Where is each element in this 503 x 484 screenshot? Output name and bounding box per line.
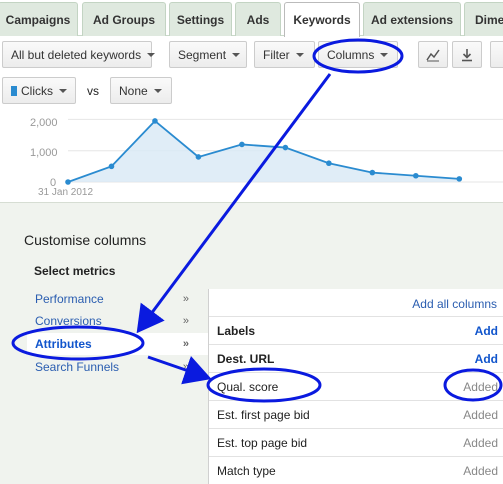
filter-dropdown[interactable]: Filter xyxy=(254,41,315,68)
chevron-down-icon xyxy=(232,52,241,57)
column-label: Dest. URL xyxy=(217,351,275,366)
chevron-down-icon xyxy=(380,52,389,57)
category-conversions[interactable]: Conversions » xyxy=(27,310,197,332)
data-point[interactable] xyxy=(369,169,376,176)
double-chevron-right-icon: » xyxy=(182,338,189,350)
select-metrics-heading: Select metrics xyxy=(34,264,116,278)
column-label: Qual. score xyxy=(217,379,279,394)
tab-keywords[interactable]: Keywords xyxy=(284,2,360,37)
columns-label: Columns xyxy=(327,47,375,62)
column-label: Labels xyxy=(217,323,256,338)
secondary-metric-dropdown[interactable]: None xyxy=(110,77,172,104)
download-button[interactable] xyxy=(452,41,482,68)
added-status: Added xyxy=(463,379,498,394)
chevron-down-icon xyxy=(153,88,162,93)
tab-ads[interactable]: Ads xyxy=(235,2,281,36)
customise-columns-panel: Customise columns Select metrics Perform… xyxy=(0,202,503,484)
column-label: Est. first page bid xyxy=(217,407,310,422)
primary-metric-dropdown[interactable]: Clicks xyxy=(2,77,76,104)
added-status: Added xyxy=(463,463,498,478)
segment-label: Segment xyxy=(178,47,227,62)
view-filter-label: All but deleted keywords xyxy=(11,47,142,62)
double-chevron-right-icon: » xyxy=(182,293,189,305)
columns-dropdown[interactable]: Columns xyxy=(318,41,398,68)
data-point[interactable] xyxy=(456,176,463,182)
chevron-down-icon xyxy=(59,88,67,93)
vs-label: vs xyxy=(87,84,99,98)
category-label: Attributes xyxy=(35,337,92,351)
column-row-qual-score: Qual. score Added xyxy=(209,372,503,400)
category-attributes[interactable]: Attributes » xyxy=(27,333,209,355)
add-all-columns-link[interactable]: Add all columns xyxy=(412,297,497,311)
data-point[interactable] xyxy=(152,118,158,124)
tab-campaigns[interactable]: Campaigns xyxy=(0,2,78,36)
data-point[interactable] xyxy=(65,179,71,185)
metric-selector-bar: Clicks vs None xyxy=(0,74,503,106)
tab-dimensions[interactable]: Dime xyxy=(464,2,503,36)
column-row-est-top-page-bid: Est. top page bid Added xyxy=(209,428,503,456)
data-point[interactable] xyxy=(413,172,419,179)
filter-label: Filter xyxy=(263,47,290,62)
tab-ad-groups[interactable]: Ad Groups xyxy=(82,2,166,36)
chevron-down-icon xyxy=(295,52,304,57)
column-row-dest-url: Dest. URL Add xyxy=(209,344,503,372)
chart-plot xyxy=(65,118,503,185)
column-row-est-first-page-bid: Est. first page bid Added xyxy=(209,400,503,428)
performance-chart: 2,000 1,000 0 31 Jan 2012 xyxy=(0,106,503,202)
more-button[interactable] xyxy=(490,41,503,68)
tab-settings[interactable]: Settings xyxy=(169,2,232,36)
category-label: Performance xyxy=(35,292,104,306)
download-icon xyxy=(462,48,472,61)
category-search-funnels[interactable]: Search Funnels » xyxy=(27,356,197,378)
double-chevron-right-icon: » xyxy=(182,361,189,373)
column-options-list: Add all columns Labels Add Dest. URL Add… xyxy=(208,289,503,484)
add-column-link[interactable]: Add xyxy=(475,324,498,338)
tab-ad-extensions[interactable]: Ad extensions xyxy=(363,2,461,36)
double-chevron-right-icon: » xyxy=(182,315,189,327)
panel-title: Customise columns xyxy=(24,232,147,248)
chart-toggle-button[interactable] xyxy=(418,41,448,68)
segment-dropdown[interactable]: Segment xyxy=(169,41,247,68)
data-point[interactable] xyxy=(108,163,115,170)
added-status: Added xyxy=(463,435,498,450)
data-point[interactable] xyxy=(195,154,202,160)
column-label: Match type xyxy=(217,463,276,478)
category-label: Search Funnels xyxy=(35,360,120,374)
column-row-labels: Labels Add xyxy=(209,316,503,344)
metric-color-swatch xyxy=(11,85,17,96)
column-row-match-type: Match type Added xyxy=(209,456,503,484)
add-column-link[interactable]: Add xyxy=(475,352,498,366)
line-chart-icon xyxy=(426,49,440,61)
added-status: Added xyxy=(463,407,498,422)
view-filter-dropdown[interactable]: All but deleted keywords xyxy=(2,41,156,68)
column-label: Est. top page bid xyxy=(217,435,308,450)
data-point[interactable] xyxy=(282,144,289,151)
secondary-metric-label: None xyxy=(119,83,148,98)
tab-bar: Campaigns Ad Groups Settings Ads Keyword… xyxy=(0,0,503,37)
toolbar: All but deleted keywords Segment Filter … xyxy=(0,36,503,74)
data-point[interactable] xyxy=(239,141,245,148)
category-label: Conversions xyxy=(35,314,102,328)
data-point[interactable] xyxy=(326,160,332,167)
primary-metric-label: Clicks xyxy=(21,83,53,98)
chevron-down-icon xyxy=(147,52,156,57)
category-performance[interactable]: Performance » xyxy=(27,288,197,310)
